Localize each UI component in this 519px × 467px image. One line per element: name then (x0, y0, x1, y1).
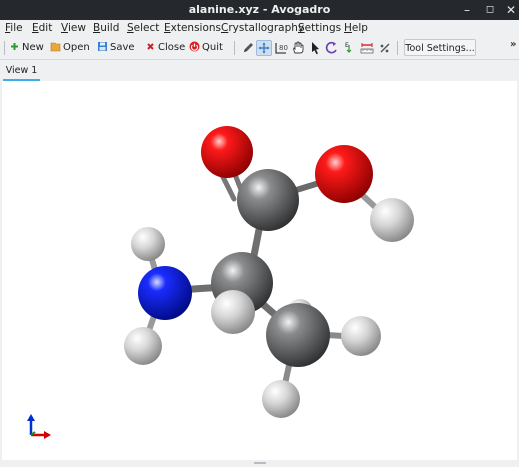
power-icon (189, 41, 200, 52)
tab-view-1[interactable]: View 1 (3, 64, 40, 81)
auto-rotate-tool-icon[interactable] (324, 40, 340, 56)
new-button[interactable]: New (9, 40, 44, 56)
toolbar-separator (4, 41, 5, 55)
manipulate-tool-hand-icon[interactable] (290, 40, 306, 56)
title-bar: alanine.xyz - Avogadro – ◻ ✕ (0, 0, 519, 20)
orientation-axes (27, 414, 51, 439)
molecule-3d-view[interactable] (2, 81, 517, 460)
menu-settings[interactable]: Settings (298, 22, 341, 34)
close-window-button[interactable]: ✕ (503, 2, 519, 18)
menu-build[interactable]: Build (93, 22, 119, 34)
close-icon (147, 43, 154, 50)
menu-bar: File Edit View Build Select Extensions C… (0, 20, 519, 37)
atoms (124, 126, 414, 418)
align-tool-icon[interactable] (377, 40, 393, 56)
maximize-button[interactable]: ◻ (482, 2, 498, 18)
menu-view[interactable]: View (61, 22, 86, 34)
toolbar-separator (234, 41, 235, 55)
svg-text:80: 80 (279, 44, 288, 52)
close-file-button[interactable]: Close (145, 40, 185, 56)
plus-icon (11, 43, 18, 50)
folder-icon (50, 42, 61, 52)
menu-crystallography[interactable]: Crystallography (221, 22, 304, 34)
save-button[interactable]: Save (97, 40, 135, 56)
atom-oxygen-hydroxyl[interactable] (315, 145, 373, 203)
atom-carbon-carboxyl[interactable] (237, 169, 299, 231)
quit-button[interactable]: Quit (189, 40, 223, 56)
dock-resize-grip[interactable] (254, 462, 266, 464)
atom-oxygen-carbonyl[interactable] (201, 126, 253, 178)
molecule-render[interactable] (2, 81, 517, 460)
atom-hydrogen-amine-bottom[interactable] (124, 327, 162, 365)
view-tab-bar: View 1 (0, 60, 519, 81)
tool-settings-button[interactable]: Tool Settings... (404, 39, 476, 56)
atom-hydrogen-amine-top[interactable] (131, 227, 165, 261)
atom-hydrogen-methyl-bottom[interactable] (262, 380, 300, 418)
window-title: alanine.xyz - Avogadro (188, 3, 331, 16)
menu-file[interactable]: File (5, 22, 23, 34)
draw-tool-pencil-icon[interactable] (240, 40, 256, 56)
svg-text:E: E (345, 42, 349, 49)
menu-select[interactable]: Select (127, 22, 159, 34)
atom-hydrogen-hydroxyl[interactable] (370, 198, 414, 242)
toolbar-separator (397, 41, 398, 55)
atom-carbon-methyl[interactable] (266, 303, 330, 367)
measure-tool-ruler-icon[interactable] (359, 40, 375, 56)
atom-nitrogen[interactable] (138, 266, 192, 320)
atom-hydrogen-alpha[interactable] (211, 290, 255, 334)
bond-centric-tool-icon[interactable]: 80 (273, 40, 289, 56)
menu-help[interactable]: Help (344, 22, 368, 34)
atom-hydrogen-methyl-right[interactable] (341, 316, 381, 356)
floppy-disk-icon (98, 42, 107, 51)
open-button[interactable]: Open (50, 40, 90, 56)
menu-extensions[interactable]: Extensions (164, 22, 221, 34)
menu-edit[interactable]: Edit (32, 22, 52, 34)
minimize-button[interactable]: – (459, 2, 475, 18)
auto-optimization-tool-icon[interactable]: E (341, 40, 357, 56)
navigate-tool-icon[interactable] (256, 40, 272, 56)
select-tool-arrow-icon[interactable] (307, 40, 323, 56)
toolbar-overflow-button[interactable]: » (510, 39, 516, 50)
